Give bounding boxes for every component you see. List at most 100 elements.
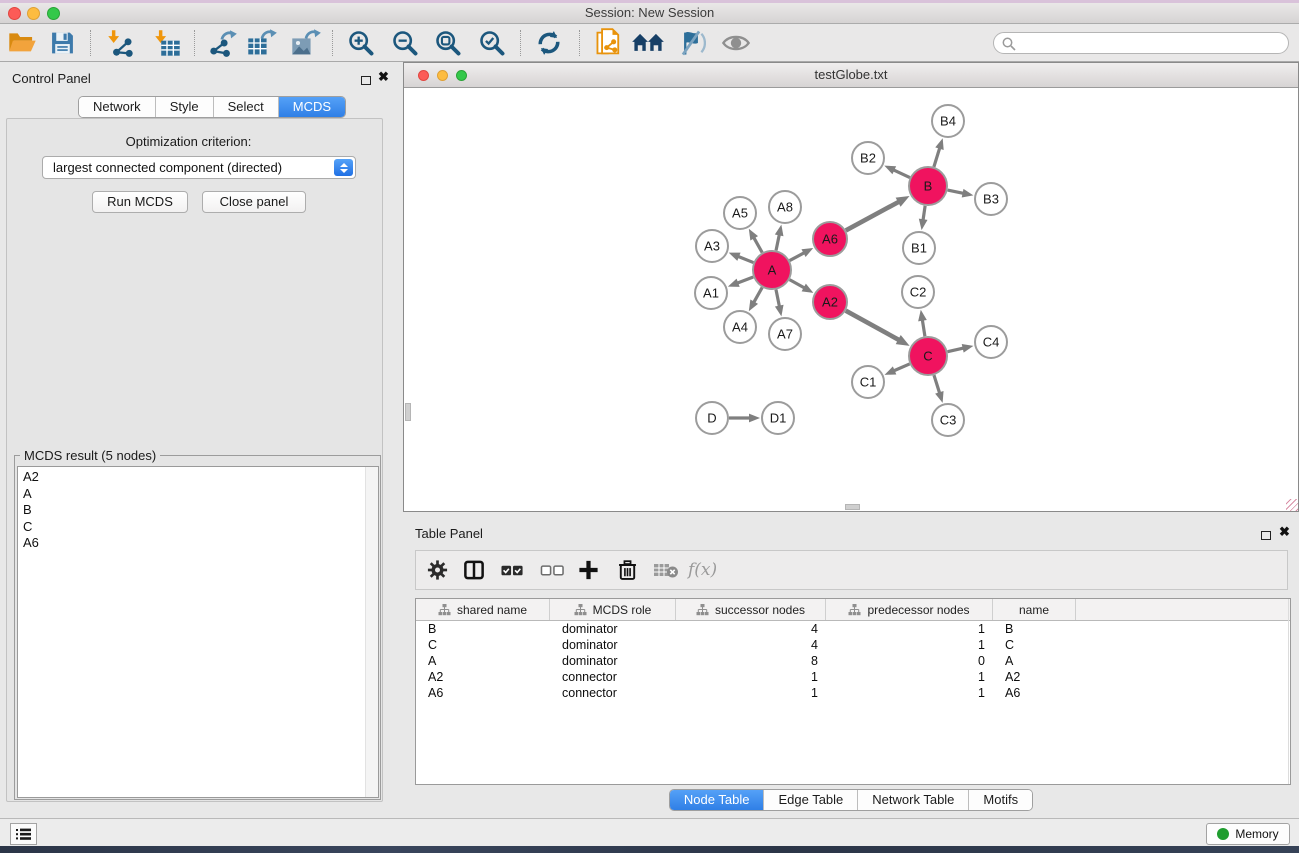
edge-A6-B[interactable] bbox=[846, 201, 900, 230]
maximize-network-button[interactable] bbox=[456, 70, 467, 81]
zoom-out-icon[interactable] bbox=[391, 29, 419, 57]
arrowhead-icon bbox=[728, 279, 740, 287]
float-table-panel-icon[interactable] bbox=[1261, 528, 1271, 543]
table-row[interactable]: Adominator80A bbox=[416, 653, 1290, 669]
close-panel-icon[interactable]: ✖ bbox=[378, 72, 389, 82]
tab-select[interactable]: Select bbox=[214, 97, 279, 117]
tab-node-table[interactable]: Node Table bbox=[670, 790, 765, 810]
trash-icon[interactable] bbox=[616, 559, 639, 582]
edge-B-B2[interactable] bbox=[892, 169, 909, 177]
edge-C-C2[interactable] bbox=[922, 319, 925, 337]
node-label: A3 bbox=[704, 239, 720, 254]
save-icon[interactable] bbox=[50, 31, 75, 56]
zoom-fit-icon[interactable] bbox=[434, 29, 462, 57]
gear-icon[interactable] bbox=[426, 559, 449, 582]
result-item[interactable]: A6 bbox=[18, 535, 378, 552]
node-label: A bbox=[768, 263, 777, 278]
edge-A-A8[interactable] bbox=[776, 233, 780, 250]
table-scrollbar[interactable] bbox=[1288, 599, 1290, 784]
tab-style[interactable]: Style bbox=[156, 97, 214, 117]
memory-button[interactable]: Memory bbox=[1206, 823, 1290, 845]
tab-network-table[interactable]: Network Table bbox=[858, 790, 969, 810]
table-row[interactable]: A6connector11A6 bbox=[416, 685, 1290, 701]
edge-A-A1[interactable] bbox=[736, 277, 753, 283]
tab-network[interactable]: Network bbox=[79, 97, 156, 117]
arrowhead-icon bbox=[962, 344, 974, 353]
edge-A2-C[interactable] bbox=[846, 311, 900, 341]
select-all-icon[interactable] bbox=[500, 559, 525, 582]
close-window-button[interactable] bbox=[8, 7, 21, 20]
mcds-result-list[interactable]: A2ABCA6 bbox=[17, 466, 379, 798]
float-panel-icon[interactable] bbox=[361, 73, 371, 88]
close-panel-button[interactable]: Close panel bbox=[202, 191, 306, 213]
result-list-scrollbar[interactable] bbox=[365, 467, 378, 797]
function-builder-icon[interactable]: f(x) bbox=[688, 560, 717, 580]
result-item[interactable]: C bbox=[18, 519, 378, 536]
search-input[interactable] bbox=[1020, 34, 1280, 52]
table-row[interactable]: A2connector11A2 bbox=[416, 669, 1290, 685]
network-canvas[interactable]: B4B2BB3B1A5A8A6A3AA1C2A4A7A2CC4C1C3DD1 bbox=[404, 89, 1298, 511]
close-table-panel-icon[interactable]: ✖ bbox=[1279, 527, 1290, 537]
edge-A-A2[interactable] bbox=[790, 280, 806, 289]
delete-table-icon[interactable] bbox=[653, 560, 679, 580]
criterion-select[interactable]: largest connected component (directed) bbox=[42, 156, 356, 179]
edge-C-C3[interactable] bbox=[934, 375, 940, 394]
zoom-selected-icon[interactable] bbox=[478, 29, 506, 57]
edge-A-A6[interactable] bbox=[790, 252, 806, 260]
home-icon[interactable] bbox=[631, 30, 665, 56]
tab-motifs[interactable]: Motifs bbox=[969, 790, 1032, 810]
edge-A-A7[interactable] bbox=[776, 290, 780, 308]
open-folder-icon[interactable] bbox=[8, 31, 37, 55]
minimize-network-button[interactable] bbox=[437, 70, 448, 81]
edge-B-B1[interactable] bbox=[923, 206, 925, 221]
edge-C-C4[interactable] bbox=[948, 348, 965, 352]
zoom-in-icon[interactable] bbox=[347, 29, 375, 57]
result-item[interactable]: A2 bbox=[18, 469, 378, 486]
export-image-icon[interactable] bbox=[290, 29, 322, 57]
node-label: B4 bbox=[940, 114, 956, 129]
table-row[interactable]: Cdominator41C bbox=[416, 637, 1290, 653]
toggle-details-icon[interactable] bbox=[676, 29, 706, 57]
add-column-icon[interactable] bbox=[577, 559, 600, 582]
network-window-titlebar[interactable]: testGlobe.txt bbox=[404, 63, 1298, 88]
import-table-icon[interactable] bbox=[152, 29, 182, 57]
close-network-button[interactable] bbox=[418, 70, 429, 81]
result-item[interactable]: A bbox=[18, 486, 378, 503]
node-label: D bbox=[707, 411, 716, 426]
eye-icon[interactable] bbox=[721, 31, 751, 55]
edge-A-A3[interactable] bbox=[737, 256, 753, 263]
tab-edge-table[interactable]: Edge Table bbox=[764, 790, 858, 810]
column-header-shared-name[interactable]: shared name bbox=[416, 599, 550, 620]
edge-A-A5[interactable] bbox=[753, 237, 762, 253]
edge-B-B3[interactable] bbox=[948, 190, 965, 194]
new-network-file-icon[interactable] bbox=[594, 28, 624, 58]
search-field[interactable] bbox=[993, 32, 1289, 54]
node-table[interactable]: shared nameMCDS rolesuccessor nodesprede… bbox=[415, 598, 1291, 785]
window-resize-grip[interactable] bbox=[1286, 499, 1298, 511]
import-network-icon[interactable] bbox=[105, 29, 135, 57]
column-header-predecessor-nodes[interactable]: predecessor nodes bbox=[826, 599, 993, 620]
run-mcds-button[interactable]: Run MCDS bbox=[92, 191, 188, 213]
task-history-button[interactable] bbox=[10, 823, 37, 845]
tab-mcds[interactable]: MCDS bbox=[279, 97, 345, 117]
network-vertical-scrollbar[interactable] bbox=[405, 403, 411, 421]
refresh-layout-icon[interactable] bbox=[535, 29, 563, 57]
result-item[interactable]: B bbox=[18, 502, 378, 519]
column-header-mcds-role[interactable]: MCDS role bbox=[550, 599, 676, 620]
edge-A-A4[interactable] bbox=[753, 287, 762, 303]
edge-C-C1[interactable] bbox=[893, 364, 910, 371]
edge-B-B4[interactable] bbox=[934, 147, 940, 167]
minimize-window-button[interactable] bbox=[27, 7, 40, 20]
column-header-name[interactable]: name bbox=[993, 599, 1076, 620]
network-horizontal-scrollbar[interactable] bbox=[845, 504, 860, 510]
column-header-successor-nodes[interactable]: successor nodes bbox=[676, 599, 826, 620]
table-row[interactable]: Bdominator41B bbox=[416, 621, 1290, 637]
export-network-icon[interactable] bbox=[208, 29, 238, 57]
maximize-window-button[interactable] bbox=[47, 7, 60, 20]
network-graph[interactable]: B4B2BB3B1A5A8A6A3AA1C2A4A7A2CC4C1C3DD1 bbox=[404, 89, 1298, 511]
columns-icon[interactable] bbox=[462, 559, 486, 582]
main-toolbar bbox=[0, 25, 1299, 62]
app-titlebar[interactable]: Session: New Session bbox=[0, 3, 1299, 24]
deselect-all-icon[interactable] bbox=[540, 559, 565, 582]
export-table-icon[interactable] bbox=[246, 29, 278, 57]
